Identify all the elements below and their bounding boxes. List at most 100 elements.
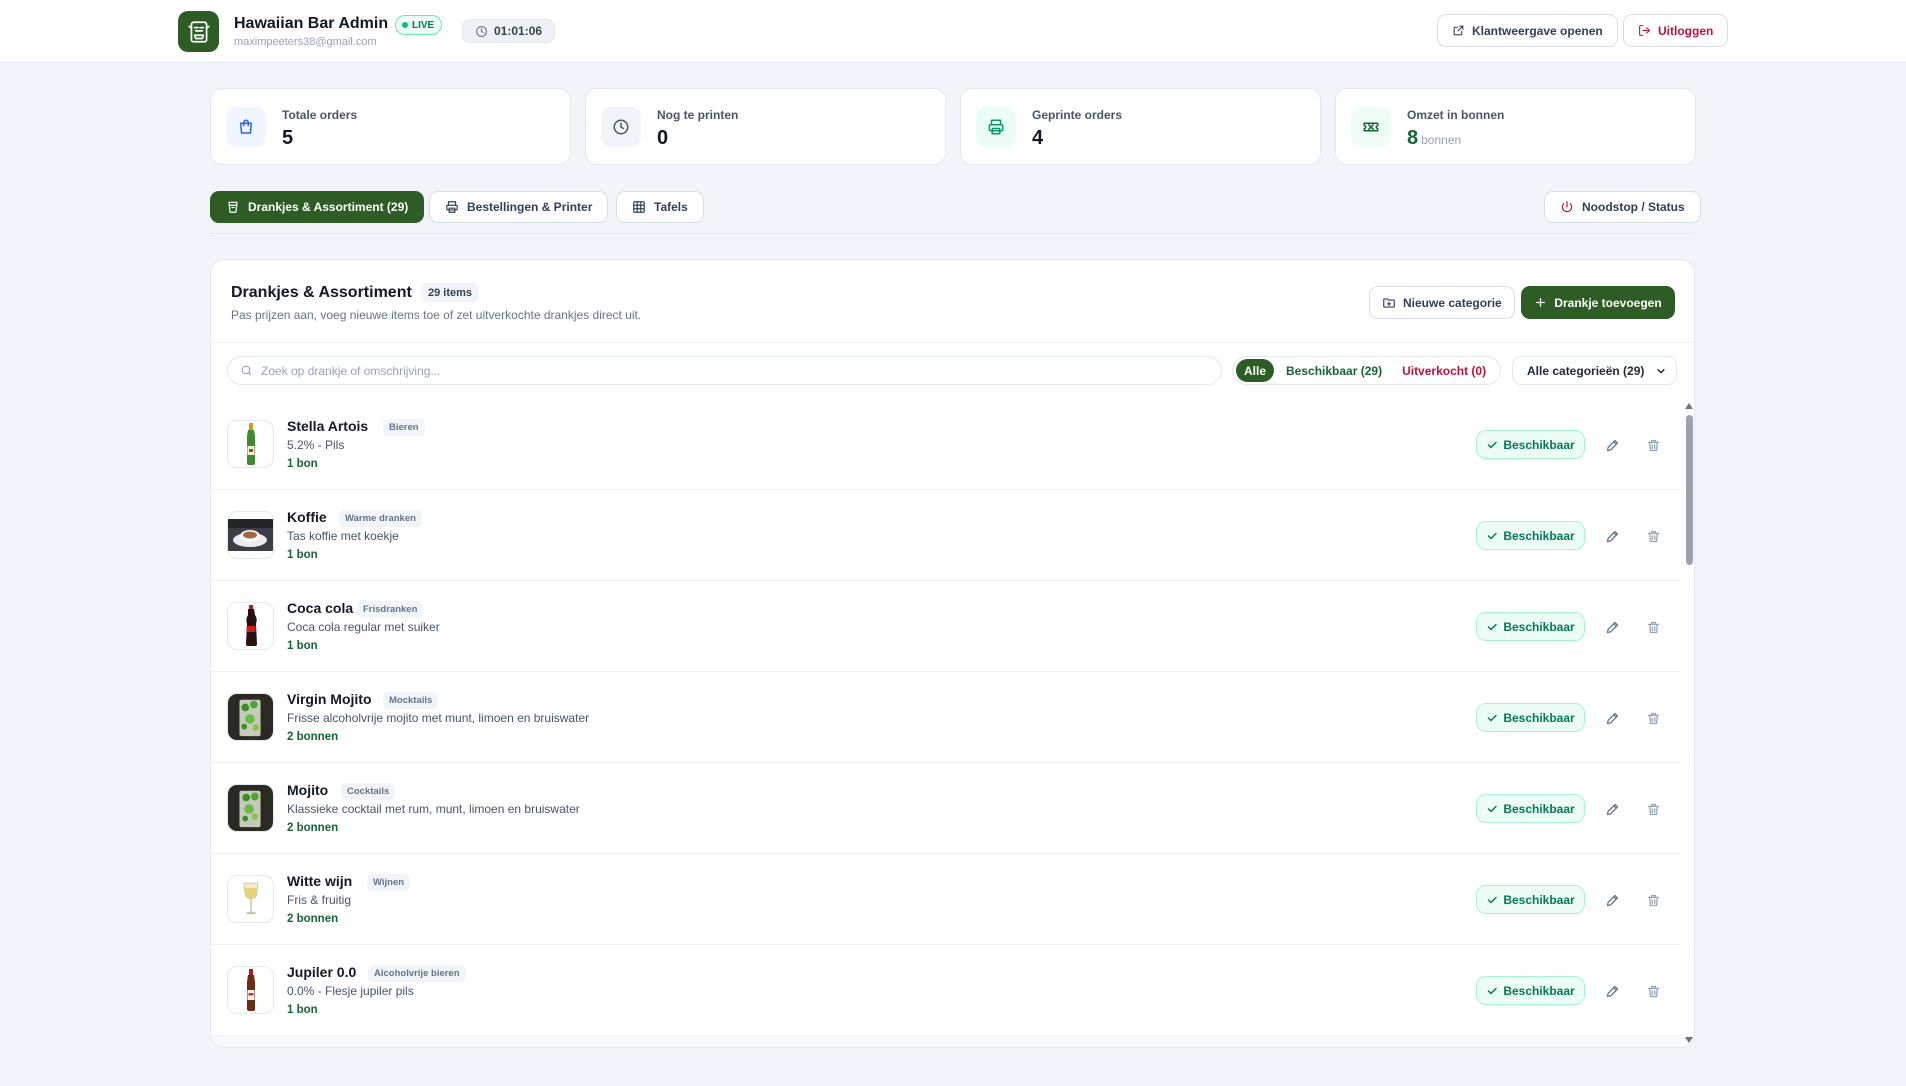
tab-drinks[interactable]: Drankjes & Assortiment (29) (210, 191, 425, 223)
edit-button[interactable] (1601, 889, 1623, 911)
mojito-glass-thumbnail (227, 784, 274, 832)
category-badge: Warme dranken (339, 510, 422, 527)
item-count-badge: 29 items (421, 283, 480, 302)
stat-label: Omzet in bonnen (1407, 108, 1505, 122)
pencil-icon (1606, 712, 1618, 724)
stat-card-revenue: Omzet in bonnen 8 bonnen (1335, 88, 1696, 165)
delete-button[interactable] (1642, 980, 1664, 1002)
stat-value: 8 bonnen (1407, 127, 1462, 149)
new-category-button[interactable]: Nieuwe categorie (1369, 286, 1515, 319)
add-drink-button[interactable]: Drankje toevoegen (1521, 286, 1675, 319)
edit-button[interactable] (1601, 434, 1623, 456)
category-select[interactable]: Alle categorieën (29) (1512, 356, 1677, 385)
availability-label: Beschikbaar (1503, 892, 1575, 907)
availability-toggle[interactable]: Beschikbaar (1476, 430, 1585, 459)
scroll-up-arrow-icon[interactable] (1685, 403, 1693, 409)
list-item: Coca cola Frisdranken Coca cola regular … (211, 581, 1681, 672)
edit-button[interactable] (1601, 798, 1623, 820)
filter-available[interactable]: Beschikbaar (29) (1278, 359, 1390, 382)
tiki-logo-icon (178, 11, 219, 52)
trash-icon (1647, 712, 1659, 724)
grid-icon (633, 201, 645, 213)
power-icon (1561, 201, 1573, 213)
clock-icon (601, 107, 641, 147)
filter-all[interactable]: Alle (1236, 359, 1275, 382)
check-icon (1488, 805, 1498, 812)
availability-toggle[interactable]: Beschikbaar (1476, 703, 1585, 732)
edit-button[interactable] (1601, 707, 1623, 729)
plus-icon (1536, 298, 1546, 307)
item-name: Stella Artois (287, 418, 369, 434)
logout-label: Uitloggen (1658, 23, 1714, 38)
check-icon (1488, 532, 1498, 539)
availability-toggle[interactable]: Beschikbaar (1476, 885, 1585, 914)
stat-value: 5 (282, 127, 294, 149)
edit-button[interactable] (1601, 616, 1623, 638)
item-description: 5.2% - Pils (287, 438, 345, 452)
delete-button[interactable] (1642, 707, 1664, 729)
pencil-icon (1606, 985, 1618, 997)
item-description: Fris & fruitig (287, 893, 352, 907)
ticket-icon (1351, 107, 1391, 147)
stat-unit: bonnen (1421, 133, 1462, 147)
availability-toggle[interactable]: Beschikbaar (1476, 976, 1585, 1005)
add-drink-label: Drankje toevoegen (1554, 295, 1662, 310)
filter-sold-out[interactable]: Uitverkocht (0) (1394, 359, 1494, 382)
delete-button[interactable] (1642, 434, 1664, 456)
list-item: Witte wijn Wijnen Fris & fruitig 2 bonne… (211, 854, 1681, 945)
edit-button[interactable] (1601, 980, 1623, 1002)
live-dot-icon (402, 22, 408, 28)
item-price: 1 bon (287, 640, 318, 652)
printer-icon (446, 201, 458, 213)
stat-label: Nog te printen (657, 108, 739, 122)
search-bar[interactable] (227, 356, 1222, 385)
wine-glass-thumbnail (227, 875, 274, 923)
availability-label: Beschikbaar (1503, 528, 1575, 543)
stat-label: Totale orders (282, 108, 358, 122)
delete-button[interactable] (1642, 525, 1664, 547)
list-scrollbar[interactable] (1683, 399, 1694, 1047)
logout-button[interactable]: Uitloggen (1623, 14, 1729, 47)
item-description: Coca cola regular met suiker (287, 620, 440, 634)
category-badge: Mocktails (383, 692, 439, 709)
search-input[interactable] (261, 363, 1161, 378)
availability-toggle[interactable]: Beschikbaar (1476, 612, 1585, 641)
delete-button[interactable] (1642, 616, 1664, 638)
beer-bottle-brown-thumbnail (227, 966, 274, 1014)
check-icon (1488, 441, 1498, 448)
new-category-label: Nieuwe categorie (1403, 295, 1502, 310)
check-icon (1488, 623, 1498, 630)
availability-label: Beschikbaar (1503, 619, 1575, 634)
open-client-view-button[interactable]: Klantweergave openen (1437, 14, 1618, 47)
cup-icon (228, 201, 238, 213)
pencil-icon (1606, 439, 1618, 451)
trash-icon (1647, 894, 1659, 906)
live-badge: LIVE (395, 15, 443, 35)
tab-tables[interactable]: Tafels (616, 191, 704, 223)
availability-toggle[interactable]: Beschikbaar (1476, 521, 1585, 550)
tab-orders-printer[interactable]: Bestellingen & Printer (429, 191, 609, 223)
item-description: 0.0% - Flesje jupiler pils (287, 984, 414, 998)
coffee-cup-thumbnail (227, 511, 274, 559)
open-client-view-label: Klantweergave openen (1472, 23, 1603, 38)
edit-button[interactable] (1601, 525, 1623, 547)
check-icon (1488, 987, 1498, 994)
delete-button[interactable] (1642, 889, 1664, 911)
tab-label: Drankjes & Assortiment (29) (248, 200, 409, 214)
list-item: Koffie Warme dranken Tas koffie met koek… (211, 490, 1681, 581)
item-description: Frisse alcoholvrije mojito met munt, lim… (287, 711, 590, 725)
availability-label: Beschikbaar (1503, 437, 1575, 452)
emergency-stop-button[interactable]: Noodstop / Status (1544, 191, 1701, 223)
item-price: 1 bon (287, 549, 318, 561)
availability-label: Beschikbaar (1503, 983, 1575, 998)
beer-bottle-thumbnail (227, 420, 274, 468)
list-item: Stella Artois Bieren 5.2% - Pils 1 bon B… (211, 399, 1681, 490)
item-name: Virgin Mojito (287, 691, 372, 707)
availability-toggle[interactable]: Beschikbaar (1476, 794, 1585, 823)
trash-icon (1647, 985, 1659, 997)
scrollbar-thumb[interactable] (1686, 415, 1693, 565)
delete-button[interactable] (1642, 798, 1664, 820)
category-badge: Frisdranken (357, 601, 424, 618)
check-icon (1488, 896, 1498, 903)
scroll-down-arrow-icon[interactable] (1685, 1037, 1693, 1043)
